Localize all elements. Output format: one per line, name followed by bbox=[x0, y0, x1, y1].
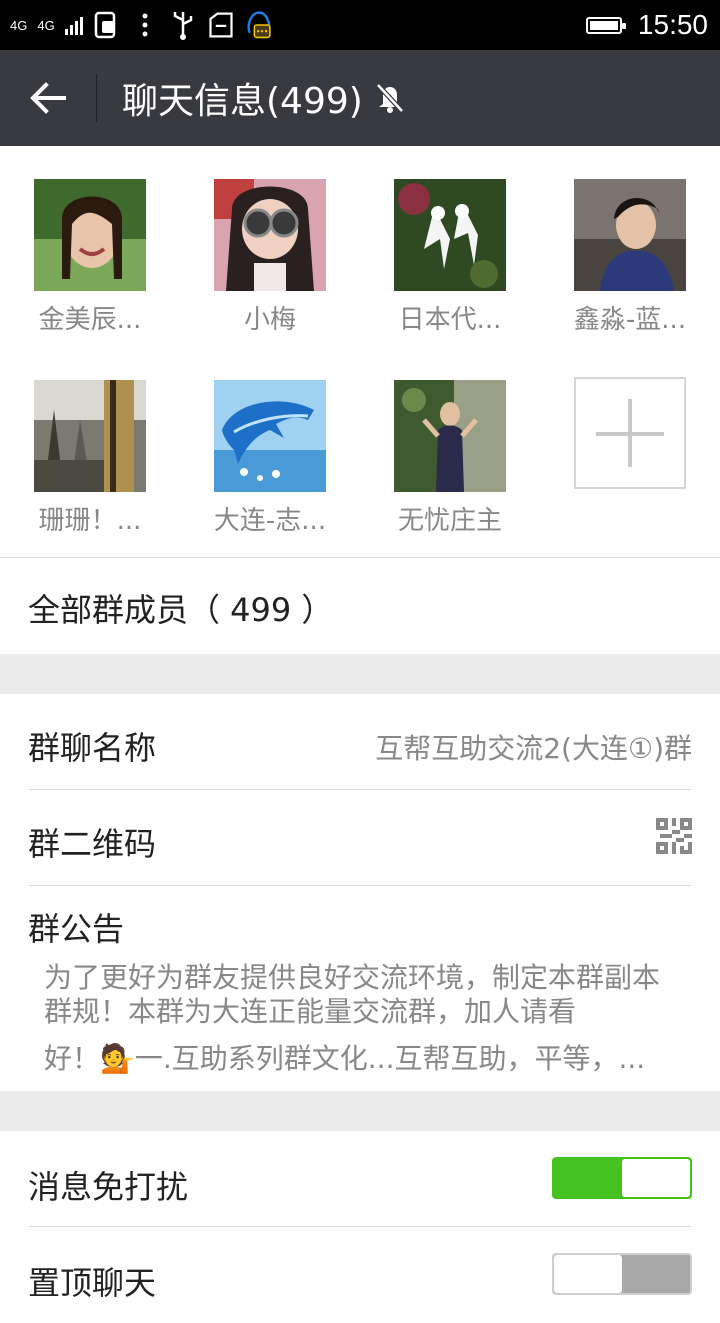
do-not-disturb-toggle[interactable] bbox=[552, 1157, 692, 1199]
announcement-line-3: 好！💁一.互助系列群文化...互帮互助，平等，... bbox=[44, 1042, 646, 1075]
section-divider bbox=[0, 654, 720, 694]
all-members-label: 全部群成员（ 499 ） bbox=[28, 591, 334, 629]
title-bar: 聊天信息(499) bbox=[0, 50, 720, 146]
avatar bbox=[394, 380, 506, 492]
title-group: 聊天信息(499) bbox=[122, 50, 405, 146]
group-name-label: 群聊名称 bbox=[28, 729, 157, 767]
do-not-disturb-row: 消息免打扰 bbox=[0, 1131, 720, 1227]
add-member-button[interactable] bbox=[540, 377, 720, 489]
member-tile[interactable]: 金美辰... bbox=[0, 179, 180, 336]
group-name-value: 互帮互助交流2(大连①)群 bbox=[375, 732, 692, 765]
announcement-row[interactable]: 群公告 为了更好为群友提供良好交流环境，制定本群副本 群规！本群为大连正能量交流… bbox=[0, 886, 720, 1091]
network-type-2: 4G bbox=[37, 17, 55, 33]
status-bar: 4G 4G 15:50 bbox=[0, 0, 720, 50]
plus-icon bbox=[574, 377, 686, 489]
clipboard-icon bbox=[207, 11, 235, 39]
member-name: 鑫淼-蓝... bbox=[573, 305, 687, 335]
bell-off-icon bbox=[375, 83, 404, 113]
member-name: 金美辰... bbox=[38, 305, 142, 335]
status-left-group: 4G 4G bbox=[10, 0, 273, 50]
back-arrow-icon bbox=[30, 82, 66, 114]
title-divider bbox=[96, 74, 97, 122]
member-name: 无忧庄主 bbox=[397, 506, 502, 536]
group-name-row[interactable]: 群聊名称 互帮互助交流2(大连①)群 bbox=[0, 694, 720, 790]
qr-code-row[interactable]: 群二维码 bbox=[0, 790, 720, 886]
pin-chat-toggle[interactable] bbox=[552, 1253, 692, 1295]
more-vertical-icon bbox=[131, 11, 159, 39]
avatar bbox=[214, 380, 326, 492]
avatar bbox=[34, 380, 146, 492]
avatar bbox=[34, 179, 146, 291]
back-button[interactable] bbox=[20, 74, 76, 122]
qr-code-icon bbox=[656, 818, 692, 854]
pin-chat-row: 置顶聊天 bbox=[0, 1227, 720, 1323]
status-right-group: 15:50 bbox=[585, 0, 708, 50]
member-tile[interactable]: 无忧庄主 bbox=[360, 380, 540, 537]
member-tile[interactable]: 小梅 bbox=[180, 179, 360, 336]
pin-chat-label: 置顶聊天 bbox=[28, 1264, 157, 1302]
signal-icon bbox=[64, 15, 83, 35]
announcement-label: 群公告 bbox=[28, 910, 125, 948]
battery-icon bbox=[585, 16, 626, 34]
announcement-line-2: 群规！本群为大连正能量交流群，加人请看 bbox=[44, 995, 577, 1028]
member-name: 日本代... bbox=[398, 305, 502, 335]
member-name: 大连-志... bbox=[213, 506, 327, 536]
member-tile[interactable]: 日本代... bbox=[360, 179, 540, 336]
member-tile[interactable]: 大连-志... bbox=[180, 380, 360, 537]
usb-icon bbox=[169, 11, 197, 40]
qr-code-label: 群二维码 bbox=[28, 825, 157, 863]
member-tile[interactable]: 鑫淼-蓝... bbox=[540, 179, 720, 336]
network-type-1: 4G bbox=[10, 17, 28, 33]
do-not-disturb-label: 消息免打扰 bbox=[28, 1168, 189, 1206]
status-time: 15:50 bbox=[637, 9, 708, 40]
members-grid: 金美辰... 小梅 日本代... 鑫淼-蓝... 珊珊！... 大连-志... bbox=[0, 146, 720, 557]
qq-icon bbox=[245, 11, 273, 39]
avatar bbox=[394, 179, 506, 291]
section-divider bbox=[0, 1091, 720, 1131]
member-name: 小梅 bbox=[243, 305, 296, 335]
member-name: 珊珊！... bbox=[38, 506, 142, 536]
avatar bbox=[214, 179, 326, 291]
all-members-row[interactable]: 全部群成员（ 499 ） bbox=[0, 557, 720, 655]
page-title: 聊天信息(499) bbox=[122, 81, 363, 122]
member-tile[interactable]: 珊珊！... bbox=[0, 380, 180, 537]
avatar bbox=[574, 179, 686, 291]
sim-2-icon bbox=[93, 11, 121, 39]
